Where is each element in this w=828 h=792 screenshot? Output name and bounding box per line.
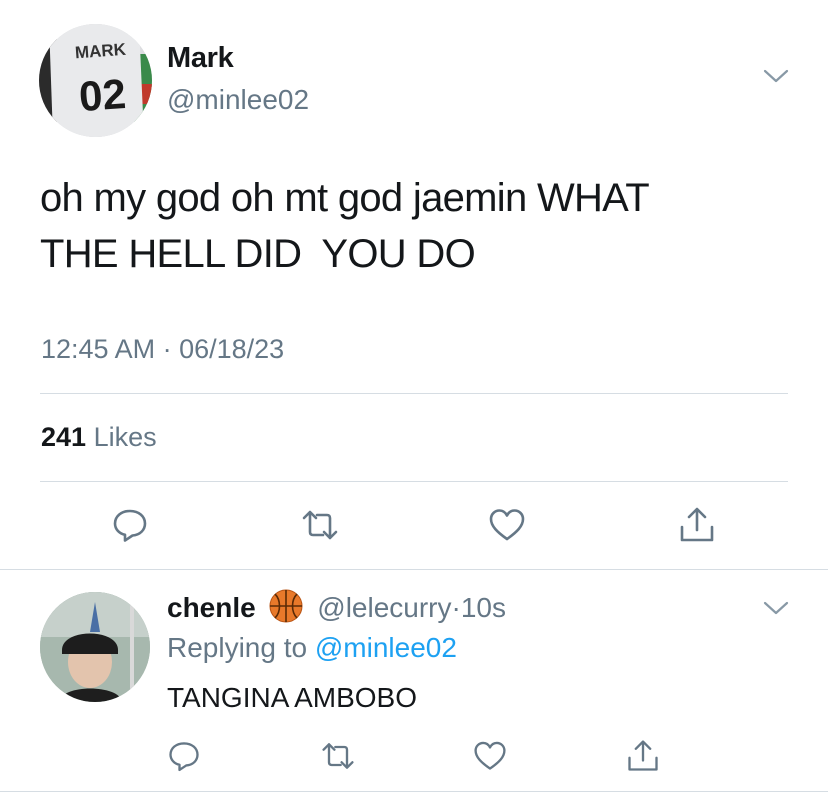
- tweet-timestamp: 12:45 AM · 06/18/23: [41, 334, 285, 364]
- reply-avatar[interactable]: [40, 592, 150, 702]
- likes-label: Likes: [93, 422, 157, 452]
- chevron-down-icon[interactable]: [762, 598, 790, 618]
- avatar[interactable]: MARK 02: [39, 24, 152, 137]
- divider: [0, 569, 828, 570]
- tweet-detail-page: MARK 02 Mark @minlee02 oh my god oh mt g…: [0, 0, 828, 792]
- share-icon[interactable]: [677, 505, 717, 545]
- replying-to-label: Replying to: [167, 632, 315, 663]
- reply-avatar-image: [40, 592, 150, 702]
- retweet-icon[interactable]: [320, 738, 356, 774]
- likes-row[interactable]: 241 Likes: [41, 422, 157, 453]
- reply-header: chenle @lelecurry·10s: [167, 589, 506, 624]
- reply-icon[interactable]: [110, 505, 150, 545]
- divider: [40, 393, 788, 394]
- reply-author-handle[interactable]: @lelecurry: [317, 592, 451, 623]
- like-icon[interactable]: [487, 505, 527, 545]
- jersey-name: MARK: [74, 40, 127, 63]
- tweet-text: oh my god oh mt god jaemin WHAT THE HELL…: [40, 176, 650, 276]
- main-tweet: MARK 02 Mark @minlee02 oh my god oh mt g…: [0, 0, 828, 570]
- author-handle[interactable]: @minlee02: [167, 84, 309, 116]
- separator-dot: ·: [451, 592, 461, 623]
- share-icon[interactable]: [625, 738, 661, 774]
- reply-author-name[interactable]: chenle: [167, 592, 256, 623]
- jersey-number: 02: [78, 70, 128, 120]
- author-name[interactable]: Mark: [167, 42, 234, 75]
- replying-to: Replying to @minlee02: [167, 632, 457, 664]
- chevron-down-icon[interactable]: [762, 66, 790, 86]
- reply-icon[interactable]: [166, 738, 202, 774]
- reply-time: 10s: [460, 592, 506, 623]
- replying-to-handle[interactable]: @minlee02: [315, 632, 457, 663]
- avatar-image: MARK 02: [39, 24, 152, 137]
- reply-text: TANGINA AMBOBO: [167, 682, 417, 713]
- divider: [40, 481, 788, 482]
- like-icon[interactable]: [472, 738, 508, 774]
- retweet-icon[interactable]: [300, 505, 340, 545]
- likes-count: 241: [41, 422, 87, 452]
- basketball-icon: [269, 589, 303, 623]
